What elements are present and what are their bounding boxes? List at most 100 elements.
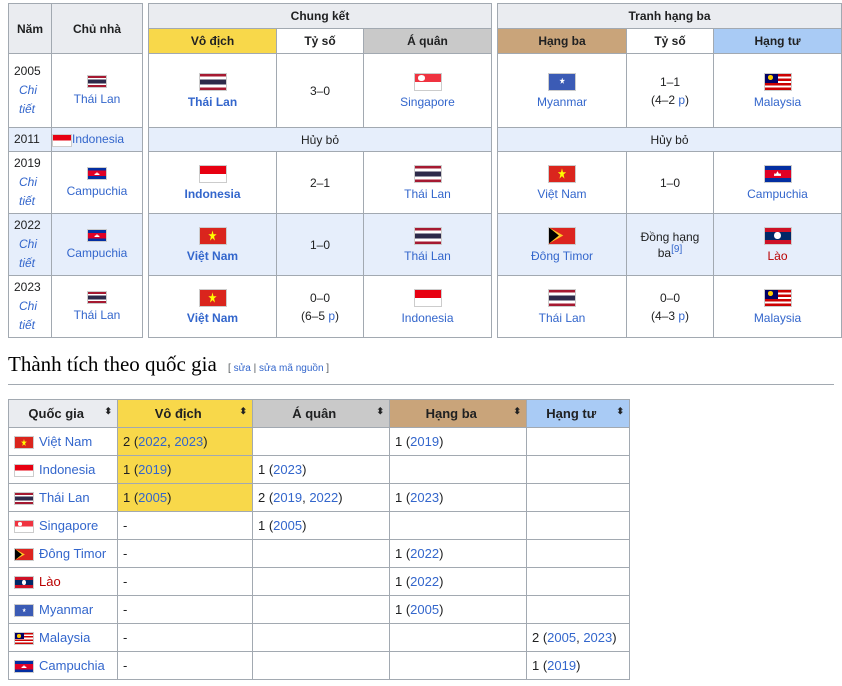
country-link[interactable]: Myanmar [39, 602, 93, 617]
sort-header-third[interactable]: Hạng ba ⬍ [389, 399, 527, 428]
vietnam-flag-icon [198, 226, 227, 245]
sort-header-champion[interactable]: Vô địch ⬍ [117, 399, 253, 428]
country-link[interactable]: Campuchia [39, 658, 105, 673]
vietnam-flag-icon [548, 164, 576, 183]
medal-third-cell: 1 (2019) [389, 427, 527, 456]
country-link[interactable]: Indonesia [39, 462, 95, 477]
third-score: 1–0 [659, 175, 681, 190]
medal-champion-cell: - [117, 539, 253, 568]
penalty-link[interactable]: p [328, 309, 335, 323]
malaysia-flag-icon [14, 632, 34, 646]
year: 2005 [14, 64, 41, 78]
year-link[interactable]: 2023 [174, 434, 203, 449]
runner-up-link[interactable]: Singapore [400, 95, 455, 109]
sort-icon[interactable]: ⬍ [239, 406, 247, 417]
year-link[interactable]: 2023 [583, 630, 612, 645]
sort-header-country[interactable]: Quốc gia ⬍ [8, 399, 118, 428]
sort-icon[interactable]: ⬍ [616, 406, 624, 417]
final-score: 2–1 [309, 175, 331, 190]
host-link[interactable]: Indonesia [72, 132, 124, 146]
results-row: 2023 Chi tiết Thái Lan Việt Nam 0–0 (6–5 p) In… [8, 275, 842, 338]
edit-link[interactable]: sửa [234, 363, 251, 374]
year-link[interactable]: 2019 [138, 462, 167, 477]
edit-source-link[interactable]: sửa mã nguồn [259, 363, 324, 374]
country-link[interactable]: Việt Nam [39, 434, 92, 449]
host-link[interactable]: Campuchia [67, 184, 128, 198]
champion-link[interactable]: Việt Nam [187, 311, 238, 325]
host-link[interactable]: Campuchia [67, 246, 128, 260]
sort-header-runner-up[interactable]: Á quân ⬍ [252, 399, 390, 428]
country-link[interactable]: Đông Timor [39, 546, 106, 561]
champion-link[interactable]: Indonesia [184, 187, 240, 201]
medal-row: Việt Nam 2 (2022, 2023) 1 (2019) [8, 427, 630, 456]
indonesia-flag-icon [14, 464, 34, 478]
sort-icon[interactable]: ⬍ [104, 406, 112, 417]
runner-up-link[interactable]: Thái Lan [404, 187, 451, 201]
medal-third-cell [389, 455, 527, 484]
year-link[interactable]: 2005 [410, 602, 439, 617]
fourth-link[interactable]: Malaysia [754, 95, 801, 109]
year-link[interactable]: 2022 [309, 490, 338, 505]
year-link[interactable]: 2023 [273, 462, 302, 477]
runner-up-link[interactable]: Thái Lan [404, 249, 451, 263]
sort-icon[interactable]: ⬍ [376, 406, 384, 417]
year-link[interactable]: 2023 [410, 490, 439, 505]
year-link[interactable]: 2022 [410, 546, 439, 561]
indonesia-flag-icon [198, 164, 227, 183]
year-link[interactable]: 2019 [410, 434, 439, 449]
medal-fourth-cell [526, 427, 630, 456]
medal-runner_up-cell: 1 (2005) [252, 511, 390, 540]
country-cell: Myanmar [8, 595, 118, 624]
detail-link[interactable]: Chi tiết [19, 83, 37, 116]
third-link[interactable]: Thái Lan [539, 311, 586, 325]
third-link[interactable]: Việt Nam [537, 187, 586, 201]
third-link[interactable]: Myanmar [537, 95, 587, 109]
fourth-link[interactable]: Lào [767, 249, 787, 263]
champion-link[interactable]: Việt Nam [187, 249, 238, 263]
medal-fourth-cell: 2 (2005, 2023) [526, 623, 630, 652]
header-final: Chung kết [148, 3, 492, 29]
country-link[interactable]: Lào [39, 574, 61, 589]
year-link[interactable]: 2005 [547, 630, 576, 645]
year-link[interactable]: 2005 [138, 490, 167, 505]
host-link[interactable]: Thái Lan [74, 92, 121, 106]
thailand-flag-icon [87, 291, 107, 304]
medal-runner_up-cell [252, 567, 390, 596]
medal-champion-cell: - [117, 623, 253, 652]
myanmar-flag-icon [14, 604, 34, 618]
penalty-link[interactable]: p [678, 309, 685, 323]
champion-link[interactable]: Thái Lan [188, 95, 237, 109]
medal-row: Campuchia - 1 (2019) [8, 651, 630, 680]
country-link[interactable]: Thái Lan [39, 490, 90, 505]
sort-header-fourth[interactable]: Hạng tư ⬍ [526, 399, 630, 428]
header-year: Năm [8, 3, 52, 54]
year-link[interactable]: 2019 [273, 490, 302, 505]
fourth-link[interactable]: Campuchia [747, 187, 808, 201]
medal-champion-cell: 1 (2005) [117, 483, 253, 512]
third-link[interactable]: Đông Timor [531, 249, 593, 263]
header-runner-up: Á quân [363, 28, 492, 54]
final-score: 3–0 [309, 83, 331, 98]
medal-third-cell: 1 (2023) [389, 483, 527, 512]
country-cell: Đông Timor [8, 539, 118, 568]
section-heading: Thành tích theo quốc gia [ sửa | sửa mã … [8, 352, 329, 377]
host-link[interactable]: Thái Lan [74, 308, 121, 322]
year-link[interactable]: 2022 [138, 434, 167, 449]
section-title: Thành tích theo quốc gia [8, 352, 217, 376]
runner-up-link[interactable]: Indonesia [401, 311, 453, 325]
detail-link[interactable]: Chi tiết [19, 175, 37, 208]
detail-link[interactable]: Chi tiết [19, 237, 37, 270]
medal-runner_up-cell: 2 (2019, 2022) [252, 483, 390, 512]
fourth-link[interactable]: Malaysia [754, 311, 801, 325]
medal-row: Đông Timor - 1 (2022) [8, 539, 630, 568]
detail-link[interactable]: Chi tiết [19, 299, 37, 332]
year-link[interactable]: 2005 [273, 518, 302, 533]
medal-fourth-cell [526, 567, 630, 596]
country-link[interactable]: Malaysia [39, 630, 90, 645]
year-link[interactable]: 2022 [410, 574, 439, 589]
reference-link[interactable]: [9] [671, 244, 682, 255]
year-link[interactable]: 2019 [547, 658, 576, 673]
country-link[interactable]: Singapore [39, 518, 98, 533]
penalty-link[interactable]: p [678, 93, 685, 107]
sort-icon[interactable]: ⬍ [513, 406, 521, 417]
